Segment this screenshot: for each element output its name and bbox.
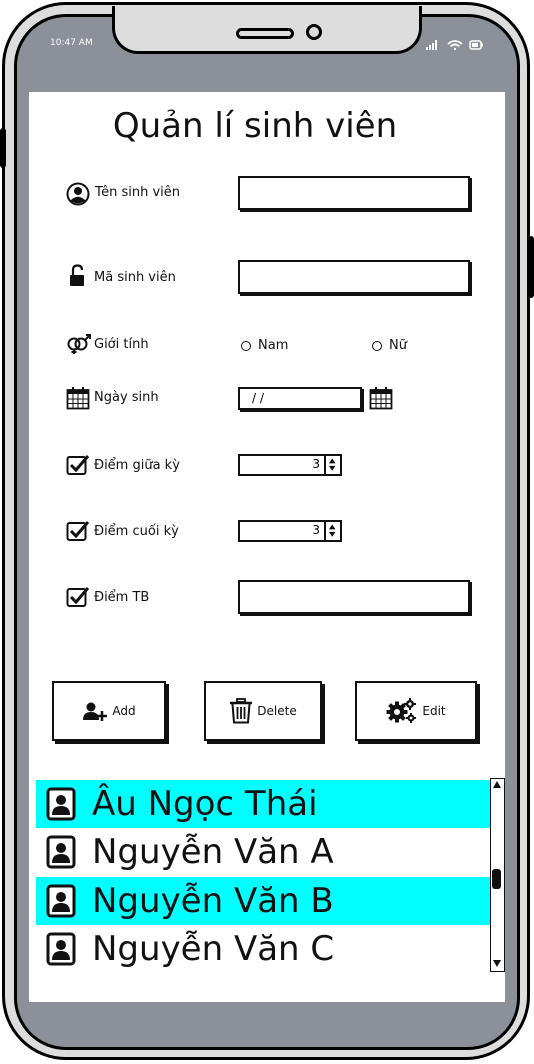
side-button-right [528,236,534,298]
status-time: 10:47 AM [50,38,93,48]
student-name: Âu Ngọc Thái [92,784,318,824]
gender-label: Giới tính [94,337,149,352]
name-label: Tên sinh viên [95,185,181,200]
midterm-label: Điểm giữa kỳ [94,458,180,473]
checkbox-final-icon[interactable] [66,520,90,542]
calendar-icon [66,387,90,410]
student-name: Nguyễn Văn A [92,832,334,872]
wifi-icon [447,40,463,51]
radio-female-label: Nữ [389,338,407,353]
scroll-up-icon[interactable] [492,780,502,790]
contact-icon [46,932,76,966]
status-icons [426,40,483,51]
contact-icon [46,787,76,821]
calendar-picker-icon[interactable] [369,386,393,410]
list-item[interactable]: Nguyễn Văn B [36,877,490,925]
checkbox-average-icon[interactable] [66,586,90,608]
add-button-label: Add [112,704,136,718]
radio-male[interactable] [241,341,251,351]
checkbox-midterm-icon[interactable] [66,454,90,476]
add-user-icon [83,702,108,721]
camera [306,24,322,40]
edit-button-label: Edit [422,704,446,718]
dob-input[interactable]: / / [238,387,362,410]
user-icon [66,182,90,206]
average-label: Điểm TB [94,590,150,605]
student-id-label: Mã sinh viên [94,270,176,285]
list-scrollbar[interactable] [490,778,505,972]
delete-button[interactable]: Delete [204,681,322,741]
unlock-icon [70,264,84,286]
final-label: Điểm cuối kỳ [94,524,179,539]
add-button[interactable]: Add [52,681,166,741]
list-item[interactable]: Âu Ngọc Thái [36,780,490,828]
gears-icon [386,698,417,723]
final-stepper[interactable]: 3 [238,520,342,542]
delete-button-label: Delete [257,704,297,718]
list-item[interactable]: Nguyễn Văn A [36,828,490,876]
average-input[interactable] [238,580,470,614]
midterm-stepper[interactable]: 3 [238,454,342,476]
name-input[interactable] [238,176,470,210]
stepper-arrows-icon[interactable] [324,456,340,474]
radio-female[interactable] [372,341,382,351]
battery-icon [469,40,483,50]
trash-icon [230,698,253,724]
contact-icon [46,884,76,918]
speaker [236,28,294,39]
student-name: Nguyễn Văn C [92,929,335,969]
gender-icon [67,334,91,354]
edit-button[interactable]: Edit [355,681,477,741]
signal-icon [426,40,437,50]
scroll-down-icon[interactable] [492,959,502,969]
student-name: Nguyễn Văn B [92,881,334,921]
final-value: 3 [312,523,320,537]
stepper-arrows-icon[interactable] [324,522,340,540]
page-title: Quản lí sinh viên [112,106,398,146]
radio-male-label: Nam [258,338,289,353]
list-item[interactable]: Nguyễn Văn C [36,925,490,973]
dob-label: Ngày sinh [94,390,159,405]
contact-icon [46,835,76,869]
midterm-value: 3 [312,457,320,471]
student-id-input[interactable] [238,260,470,294]
scroll-thumb[interactable] [492,869,501,889]
